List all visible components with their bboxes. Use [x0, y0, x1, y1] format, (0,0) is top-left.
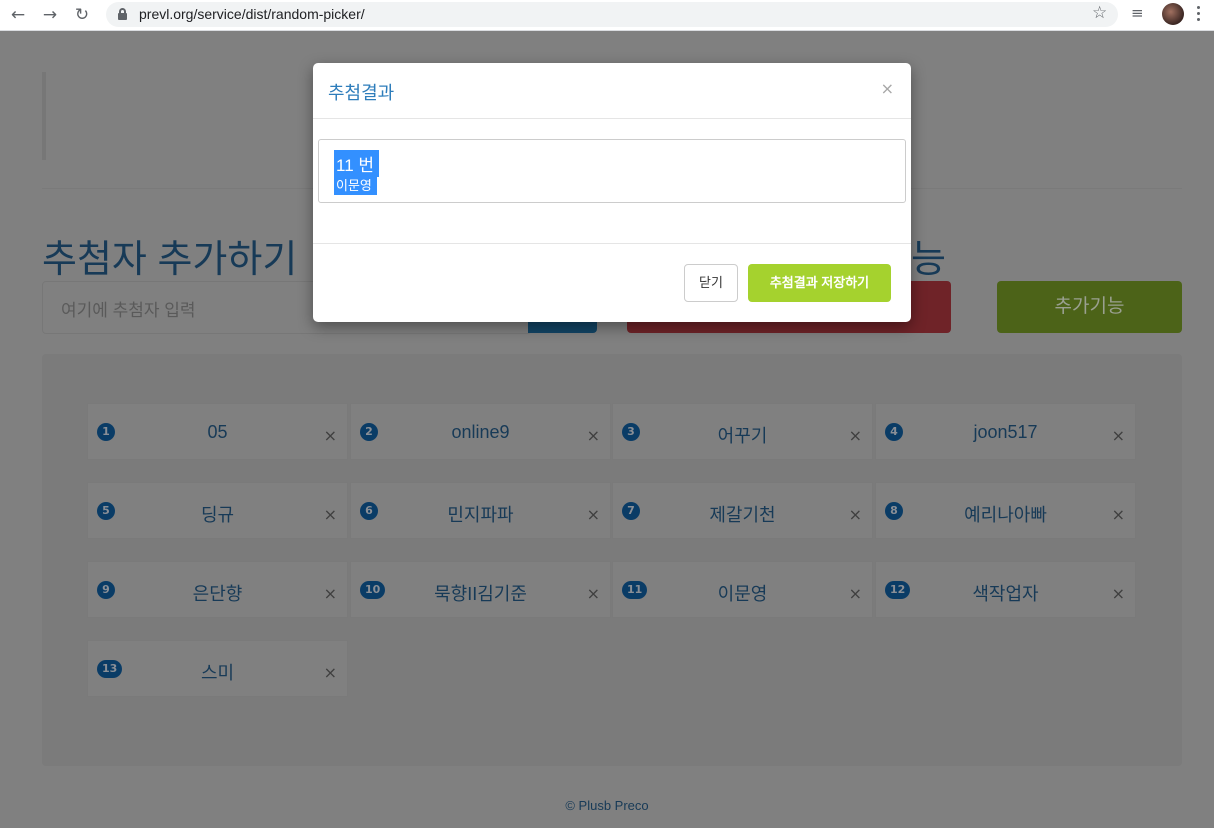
participant-name: online9 [451, 422, 510, 442]
result-number: 11 번 [334, 150, 380, 177]
remove-icon[interactable]: × [849, 584, 862, 603]
participant-item: 8 예리나아빠 × [875, 482, 1136, 539]
footer-copyright: © Plusb Preco [565, 798, 649, 813]
participant-item: 2 online9 × [350, 403, 611, 460]
participant-number-badge: 9 [97, 581, 115, 599]
remove-icon[interactable]: × [1112, 426, 1125, 445]
browser-toolbar: ← → ↻ prevl.org/service/dist/random-pick… [0, 0, 1214, 31]
participant-item: 11 이문영 × [612, 561, 873, 618]
back-arrow-icon[interactable]: ← [7, 4, 29, 26]
result-box: 11 번 이문영 [318, 139, 906, 203]
remove-icon[interactable]: × [849, 505, 862, 524]
remove-icon[interactable]: × [324, 663, 337, 682]
participant-number-badge: 7 [622, 502, 640, 520]
save-result-button[interactable]: 추첨결과 저장하기 [748, 264, 891, 302]
participant-name: 제갈기천 [709, 505, 776, 525]
reload-icon[interactable]: ↻ [71, 4, 93, 26]
modal-title: 추첨결과 [328, 83, 395, 103]
features-title: 능 [911, 239, 946, 281]
participant-number-badge: 4 [885, 423, 903, 441]
more-features-button[interactable]: 추가기능 [997, 281, 1182, 333]
remove-icon[interactable]: × [324, 584, 337, 603]
bookmark-star-icon[interactable]: ☆ [1092, 3, 1107, 23]
participant-name: 민지파파 [447, 505, 514, 525]
participant-name: 어꾸기 [717, 426, 768, 446]
participant-name: 딩규 [200, 505, 235, 525]
participant-name: 스미 [200, 663, 235, 683]
remove-icon[interactable]: × [587, 505, 600, 524]
remove-icon[interactable]: × [1112, 505, 1125, 524]
result-name: 이문영 [334, 174, 377, 195]
participant-name: 묵향II김기준 [434, 584, 527, 604]
close-button[interactable]: 닫기 [684, 264, 738, 302]
modal-header: 추첨결과 × [313, 63, 911, 119]
reading-list-icon[interactable]: ≡ [1131, 4, 1144, 22]
remove-icon[interactable]: × [324, 426, 337, 445]
close-icon[interactable]: × [881, 79, 894, 98]
participant-name: 은단향 [192, 584, 243, 604]
participant-item: 5 딩규 × [87, 482, 348, 539]
more-menu-icon[interactable] [1197, 6, 1201, 24]
forward-arrow-icon[interactable]: → [39, 4, 61, 26]
blockquote-bar [42, 72, 46, 160]
remove-icon[interactable]: × [849, 426, 862, 445]
participant-name: 색작업자 [972, 584, 1039, 604]
participant-list: 1 05 × 2 online9 × 3 어꾸기 × 4 joon517 × 5 딩규 × 6 민지파파 × 7 제갈… [42, 354, 1182, 766]
remove-icon[interactable]: × [324, 505, 337, 524]
participant-number-badge: 1 [97, 423, 115, 441]
add-participant-title: 추첨자 추가하기 [42, 239, 298, 281]
participant-number-badge: 2 [360, 423, 378, 441]
result-modal: 추첨결과 × 11 번 이문영 닫기 추첨결과 저장하기 [313, 63, 911, 322]
profile-avatar[interactable] [1162, 3, 1184, 25]
participant-item: 12 색작업자 × [875, 561, 1136, 618]
participant-item: 10 묵향II김기준 × [350, 561, 611, 618]
participant-number-badge: 5 [97, 502, 115, 520]
participant-name: 이문영 [717, 584, 768, 604]
remove-icon[interactable]: × [1112, 584, 1125, 603]
lock-icon [118, 8, 127, 20]
remove-icon[interactable]: × [587, 584, 600, 603]
participant-item: 4 joon517 × [875, 403, 1136, 460]
participant-number-badge: 3 [622, 423, 640, 441]
participant-item: 9 은단향 × [87, 561, 348, 618]
remove-icon[interactable]: × [587, 426, 600, 445]
participant-number-badge: 8 [885, 502, 903, 520]
address-bar[interactable]: prevl.org/service/dist/random-picker/ [106, 2, 1118, 27]
participant-name: joon517 [973, 422, 1038, 442]
url-text[interactable]: prevl.org/service/dist/random-picker/ [139, 6, 365, 22]
participant-item: 13 스미 × [87, 640, 348, 697]
participant-item: 1 05 × [87, 403, 348, 460]
participant-name: 05 [207, 422, 228, 442]
participant-number-badge: 6 [360, 502, 378, 520]
participant-item: 6 민지파파 × [350, 482, 611, 539]
participant-name: 예리나아빠 [964, 505, 1047, 525]
modal-footer: 닫기 추첨결과 저장하기 [313, 243, 911, 322]
participant-item: 7 제갈기천 × [612, 482, 873, 539]
participant-item: 3 어꾸기 × [612, 403, 873, 460]
